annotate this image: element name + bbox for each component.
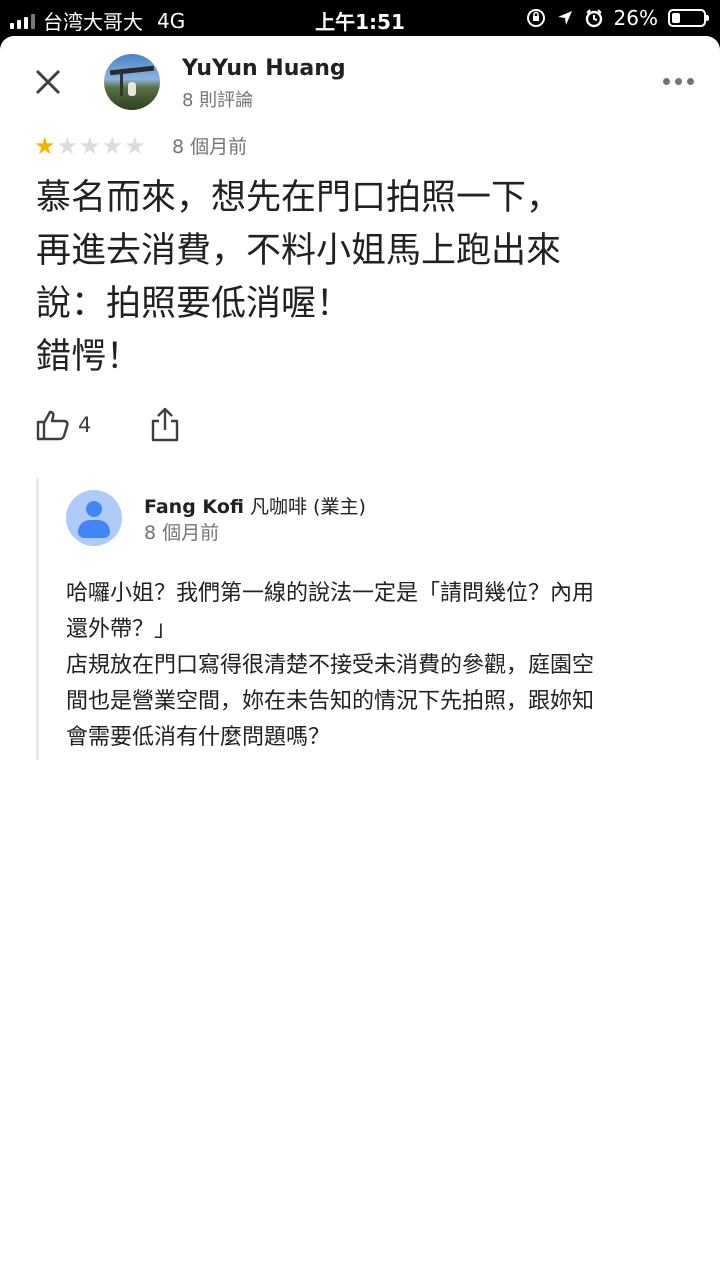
more-options-button[interactable] [663,78,694,85]
owner-avatar [66,490,122,546]
star-filled-icon: ★ [34,132,56,160]
owner-name-label: Fang Kofi [144,496,244,518]
reply-divider [36,478,39,760]
close-button[interactable] [30,64,66,100]
like-button[interactable]: 4 [36,409,91,441]
star-empty-icon: ★ [79,132,101,160]
reviewer-avatar[interactable] [104,54,160,110]
review-time: 8 個月前 [172,136,248,158]
alarm-icon [585,9,602,28]
owner-reply-time: 8 個月前 [144,522,220,544]
thumb-up-icon [36,410,69,441]
location-arrow-icon [557,11,572,25]
owner-role-label: 凡咖啡 (業主) [243,496,366,518]
star-empty-icon: ★ [56,132,79,160]
battery-icon [668,9,709,27]
star-rating: ★ ★ ★ ★ ★ [34,134,146,158]
star-empty-icon: ★ [124,132,146,160]
status-bar: 台湾大哥大 4G 上午1:51 26% [0,0,720,36]
reviewer-review-count: 8 則評論 [182,90,254,111]
close-icon [35,69,61,95]
star-empty-icon: ★ [101,132,124,160]
like-count: 4 [78,413,92,437]
lock-rotation-icon [526,9,545,27]
review-sheet: YuYun Huang 8 則評論 ★ ★ ★ ★ ★ 8 個月前 慕名而來，想先在門口… [0,36,720,1280]
more-vert-icon [663,78,670,85]
review-text: 慕名而來，想先在門口拍照一下， 再進去消費，不料小姐馬上跑出來 說：拍照要低消喔… [36,178,562,377]
share-icon [151,407,179,442]
battery-percent: 26% [613,6,658,30]
owner-name: Fang Kofi 凡咖啡 (業主) [144,492,366,519]
share-button[interactable] [150,406,180,446]
reviewer-name[interactable]: YuYun Huang [182,56,346,81]
owner-reply-text: 哈囉小姐？我們第一線的說法一定是「請問幾位？內用 還外帶？」 店規放在門口寫得很… [66,581,595,750]
